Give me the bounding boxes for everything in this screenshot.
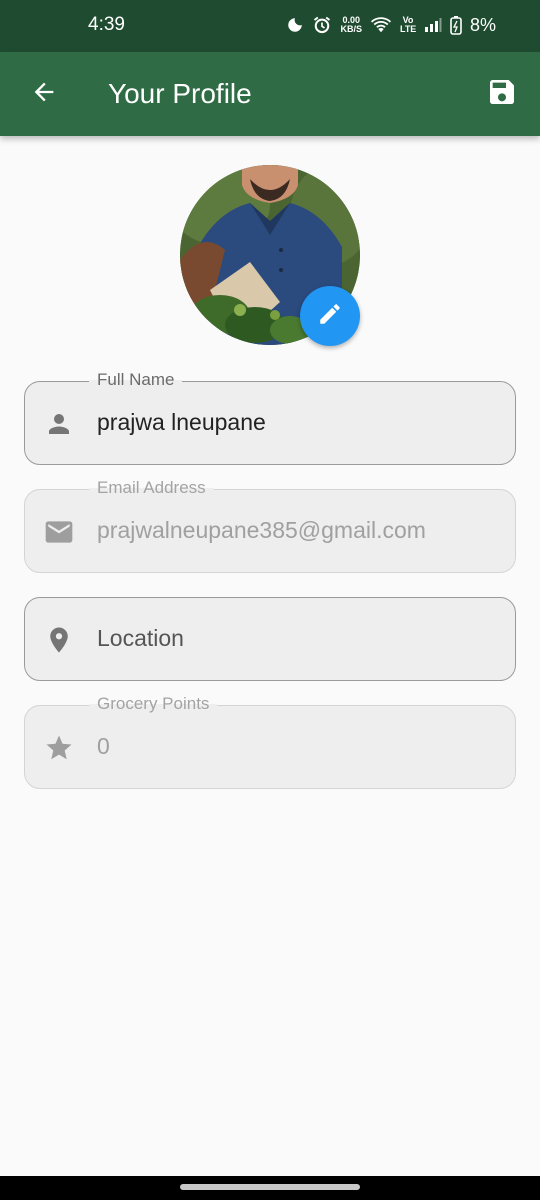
network-speed: 0.00 KB/S — [340, 15, 362, 34]
status-bar: 4:39 0.00 KB/S Vo LTE 8% — [0, 0, 540, 52]
location-pin-icon — [43, 624, 75, 656]
home-gesture-handle[interactable] — [180, 1184, 360, 1190]
email-input: prajwalneupane385@gmail.com — [97, 517, 426, 543]
floppy-disk-icon — [486, 76, 518, 113]
full-name-field[interactable]: Full Name prajwa lneupane — [24, 370, 516, 465]
grocery-points-value: 0 — [97, 733, 110, 759]
edit-avatar-button[interactable] — [300, 286, 360, 346]
profile-avatar[interactable] — [180, 165, 360, 346]
full-name-input[interactable]: prajwa lneupane — [97, 382, 499, 463]
location-input[interactable]: Location — [97, 598, 499, 679]
volte-icon: Vo LTE — [399, 15, 417, 34]
app-bar: Your Profile — [0, 52, 540, 136]
email-field: Email Address prajwalneupane385@gmail.co… — [24, 478, 516, 573]
person-icon — [43, 408, 75, 440]
signal-icon — [424, 17, 442, 33]
grocery-points-field: Grocery Points 0 — [24, 694, 516, 789]
status-icons: 0.00 KB/S Vo LTE 8% — [286, 12, 496, 38]
page-title: Your Profile — [108, 78, 252, 109]
status-time: 4:39 — [88, 14, 125, 35]
save-button[interactable] — [482, 74, 522, 114]
alarm-icon — [312, 15, 332, 35]
system-nav-bar — [0, 1176, 540, 1200]
location-field[interactable]: Location — [24, 597, 516, 681]
mail-icon — [43, 516, 75, 548]
pencil-icon — [317, 301, 343, 332]
back-button[interactable] — [24, 74, 64, 114]
wifi-icon — [370, 16, 392, 34]
star-icon — [43, 732, 75, 764]
battery-percent: 8% — [469, 14, 496, 35]
moon-icon — [286, 16, 304, 34]
battery-icon — [450, 15, 462, 35]
arrow-left-icon — [30, 78, 58, 111]
